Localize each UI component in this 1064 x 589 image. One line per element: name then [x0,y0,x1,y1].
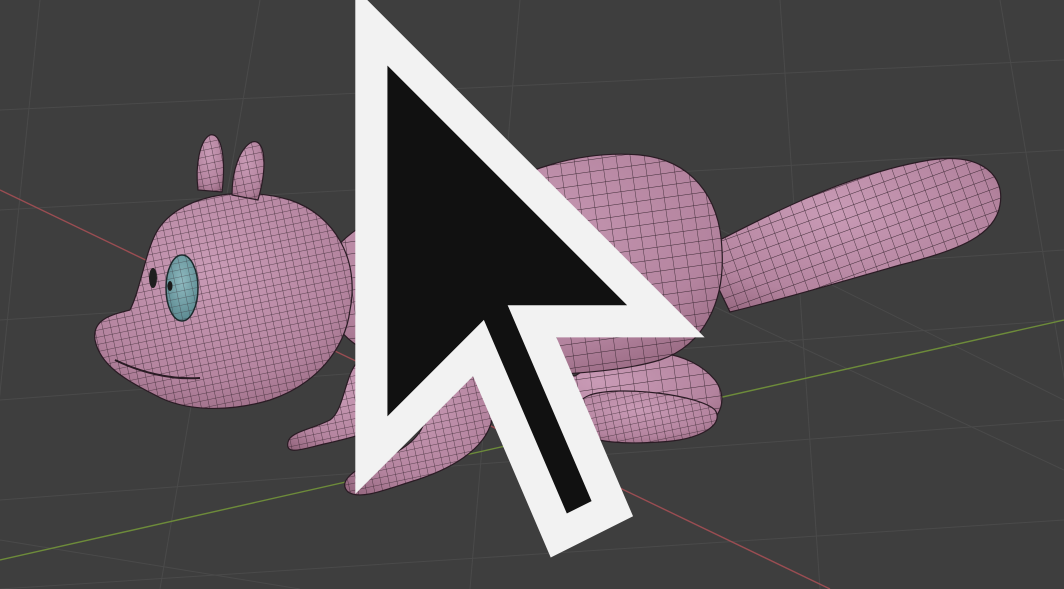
squirrel-far-eye [149,268,157,288]
squirrel-head[interactable] [94,192,353,409]
3d-cursor-icon[interactable] [501,426,533,464]
3d-viewport[interactable] [0,0,1064,589]
squirrel-eye[interactable] [165,254,199,322]
squirrel-ear-left[interactable] [196,134,225,193]
squirrel-tail[interactable] [699,158,1002,313]
squirrel-model[interactable] [94,134,1002,496]
squirrel-body[interactable] [320,153,723,376]
viewport-canvas[interactable] [0,0,1064,589]
squirrel-ear-right[interactable] [231,141,265,201]
